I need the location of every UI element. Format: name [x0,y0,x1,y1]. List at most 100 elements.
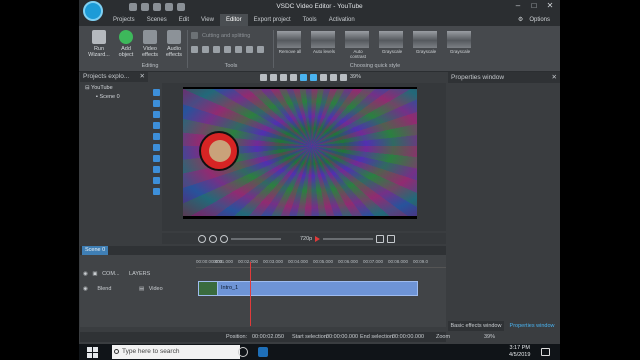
vsdc-taskbar-icon[interactable] [258,347,268,357]
text-tool-icon[interactable] [152,144,160,151]
fullscreen-icon[interactable] [387,234,396,243]
headphones-icon [167,30,181,44]
move-icon[interactable] [152,188,160,195]
tree-project[interactable]: ⊟ YouTube [85,85,113,91]
close-panel-icon[interactable]: ✕ [140,72,145,82]
line-icon[interactable] [152,111,160,118]
blend-select[interactable]: Blend [97,286,111,292]
quick-style-thumb [345,31,369,48]
close-icon[interactable]: ✕ [542,0,558,12]
copy-icon[interactable] [270,74,277,81]
menu-tools[interactable]: Tools [297,14,323,26]
ruler-tick: 00:06.000 [338,259,359,264]
audio-icon[interactable] [152,177,160,184]
rotate-icon[interactable] [202,46,209,53]
layers-icon[interactable] [235,46,242,53]
rectangle-icon[interactable] [152,122,160,129]
video-object-icon[interactable] [152,100,160,107]
tab-basic-effects[interactable]: Basic effects window [448,321,504,331]
options-button[interactable]: Options [529,14,550,26]
zoom-value: 39% [484,334,496,340]
app-logo-icon [83,1,103,21]
ruler-tick: 00:09.0 [413,259,429,264]
track-type-icon: ▤ [138,286,145,292]
quick-style-grayscale-3[interactable]: Grayscale [447,31,473,54]
zoom-out-icon[interactable] [209,234,217,243]
menu-activation[interactable]: Activation [323,14,361,26]
ruler-tick: 00:07.000 [363,259,384,264]
text-icon[interactable] [224,46,231,53]
pointer-icon[interactable] [152,89,160,96]
delete-icon[interactable] [290,74,297,81]
run-wizard-button[interactable]: Run Wizard... [85,30,113,58]
menu-projects[interactable]: Projects [107,14,141,26]
taskbar-search[interactable]: Type here to search [112,345,240,359]
quick-style-grayscale-2[interactable]: Grayscale [413,31,439,54]
menu-editor[interactable]: Editor [219,14,248,26]
ribbon-divider [273,30,274,68]
add-object-button[interactable]: Add object [115,30,137,58]
quick-style-auto-levels[interactable]: Auto levels [311,31,337,54]
zoom-icon[interactable] [340,74,347,81]
cut-icon[interactable] [260,74,267,81]
zoom-in-icon[interactable] [198,234,206,243]
notifications-icon[interactable] [541,348,550,356]
quick-style-grayscale[interactable]: Grayscale [379,31,405,54]
align-icon[interactable] [213,46,220,53]
lock-icon[interactable] [257,46,264,53]
quick-style-auto-contrast[interactable]: Auto contrast [345,31,371,59]
tab-properties[interactable]: Properties window [504,321,560,331]
video-track-row[interactable]: ◉ Blend ▤ Video [80,283,196,296]
video-clip[interactable]: Intro_1 [217,281,418,296]
quality-select[interactable]: 720p [300,236,312,242]
fit-screen-icon[interactable] [220,234,228,243]
com-label: COM... [102,271,120,277]
menu-bar: Projects Scenes Edit View Editor Export … [79,14,560,26]
close-panel-icon[interactable]: ✕ [552,72,557,83]
play-icon[interactable] [315,235,321,242]
playhead[interactable] [250,262,251,326]
end-selection-value: 00:00:00.000 [392,334,425,340]
chart-icon[interactable] [152,166,160,173]
ruler-tick: 00:02.000 [238,259,259,264]
video-effects-button[interactable]: Video effects [139,30,161,58]
volume-slider[interactable] [323,237,374,240]
redo-icon[interactable] [310,74,317,81]
minimize-icon[interactable]: – [510,0,526,12]
position-label: Position: [226,334,248,340]
eye-icon[interactable]: ◉ [83,271,88,277]
start-selection-label: Start selection: [292,334,329,340]
windows-logo-icon [86,346,92,352]
flip-icon[interactable] [246,46,253,53]
menu-view[interactable]: View [195,14,220,26]
image-icon[interactable] [152,155,160,162]
paste-icon[interactable] [280,74,287,81]
tab-scene[interactable]: Scene 0 [82,246,109,255]
ellipse-icon[interactable] [152,133,160,140]
start-button[interactable] [85,345,99,359]
menu-scenes[interactable]: Scenes [141,14,173,26]
circle-image-object[interactable] [199,131,239,171]
clock-time: 3:17 PM [509,345,530,351]
cortana-icon[interactable] [238,347,248,357]
quick-style-remove-all[interactable]: Remove all [277,31,303,54]
grid-icon[interactable] [330,74,337,81]
zoom-slider[interactable] [231,237,281,240]
menu-edit[interactable]: Edit [173,14,195,26]
cutting-row: Cutting and splitting [191,32,250,39]
lock-icon[interactable]: ▣ [92,271,97,277]
menu-export-project[interactable]: Export project [248,14,297,26]
eye-icon[interactable]: ◉ [83,286,88,292]
snapshot-icon[interactable] [376,234,385,243]
zoom-select[interactable]: 39% [350,74,361,81]
fit-icon[interactable] [320,74,327,81]
audio-effects-button[interactable]: Audio effects [163,30,185,58]
timeline-ruler[interactable]: 00:00:00.000 00:01.000 00:02.000 00:03.0… [196,258,446,268]
settings-icon[interactable]: ⚙ [518,14,523,26]
maximize-icon[interactable]: □ [526,0,542,12]
taskbar-clock[interactable]: 3:17 PM 4/5/2019 [509,345,530,358]
undo-icon[interactable] [300,74,307,81]
tree-scene[interactable]: ▪ Scene 0 [96,94,120,100]
scissors-icon [191,32,198,39]
crop-icon[interactable] [191,46,198,53]
